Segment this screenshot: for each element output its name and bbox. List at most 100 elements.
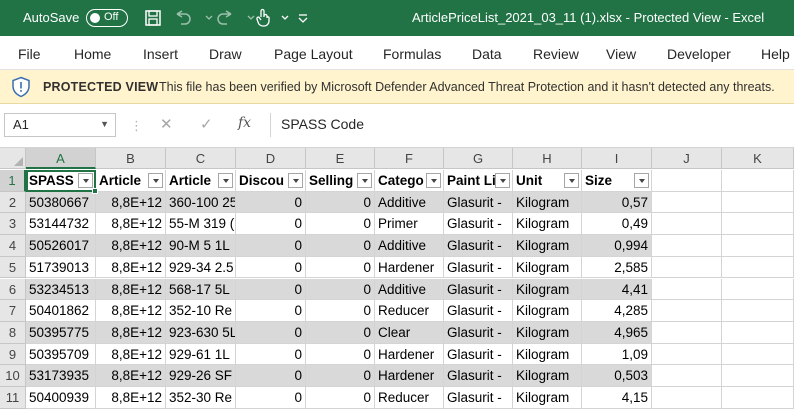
table-cell[interactable]: 4,41 [582,278,652,301]
table-cell[interactable]: Hardener [375,256,444,279]
column-header-k[interactable]: K [722,148,794,169]
table-cell[interactable]: 2,585 [582,256,652,279]
table-cell[interactable]: 929-61 1L [166,343,236,366]
empty-cell[interactable] [652,387,722,409]
empty-cell[interactable] [722,343,794,366]
filter-dropdown-button[interactable] [495,173,510,188]
table-cell[interactable]: 8,8E+12 [96,387,166,409]
table-cell[interactable]: Kilogram [513,321,582,344]
table-cell[interactable]: 90-M 5 1L [166,235,236,257]
table-cell[interactable]: 0 [306,321,375,344]
menu-home[interactable]: Home [74,46,111,62]
table-cell[interactable]: 0 [306,365,375,387]
name-box[interactable]: A1 ▼ [4,113,116,137]
table-cell[interactable]: 8,8E+12 [96,343,166,366]
table-cell[interactable]: Kilogram [513,213,582,236]
table-cell[interactable]: 0 [236,256,306,279]
row-header-10[interactable]: 10 [0,365,26,387]
empty-cell[interactable] [722,300,794,322]
menu-formulas[interactable]: Formulas [383,46,441,62]
table-cell[interactable]: 929-26 SF [166,365,236,387]
touch-mode-icon[interactable] [252,7,274,29]
table-cell[interactable]: Glasurit - [444,256,513,279]
table-cell[interactable]: 0 [236,235,306,257]
table-cell[interactable]: 8,8E+12 [96,256,166,279]
empty-cell[interactable] [722,278,794,301]
formula-input[interactable]: SPASS Code [270,113,794,137]
table-cell[interactable]: 0,49 [582,213,652,236]
column-header-j[interactable]: J [652,148,722,169]
cancel-icon[interactable]: ✕ [160,115,173,133]
table-cell[interactable]: 352-10 Re [166,300,236,322]
table-cell[interactable]: 0 [306,300,375,322]
menu-help[interactable]: Help [761,46,790,62]
empty-cell[interactable] [652,321,722,344]
table-cell[interactable]: Kilogram [513,343,582,366]
table-cell[interactable]: 8,8E+12 [96,213,166,236]
table-cell[interactable]: 8,8E+12 [96,321,166,344]
table-cell[interactable]: 8,8E+12 [96,191,166,214]
table-cell[interactable]: 0 [306,235,375,257]
table-cell[interactable]: 53144732 [26,213,96,236]
autosave-toggle[interactable]: Off [86,9,128,27]
empty-cell[interactable] [652,300,722,322]
column-header-a[interactable]: A [26,148,96,169]
table-cell[interactable]: Reducer [375,300,444,322]
table-cell[interactable]: 923-630 5L [166,321,236,344]
menu-draw[interactable]: Draw [209,46,242,62]
enter-icon[interactable]: ✓ [200,115,213,133]
column-header-f[interactable]: F [375,148,444,169]
table-cell[interactable]: 0 [236,300,306,322]
menu-view[interactable]: View [606,46,636,62]
name-box-dropdown-icon[interactable]: ▼ [100,119,109,129]
column-header-b[interactable]: B [96,148,166,169]
table-cell[interactable]: 0 [306,213,375,236]
filter-dropdown-button[interactable] [148,173,163,188]
menu-file[interactable]: File [18,46,41,62]
table-cell[interactable]: Kilogram [513,235,582,257]
table-cell[interactable]: Reducer [375,387,444,409]
empty-cell[interactable] [722,170,794,192]
table-cell[interactable]: 568-17 5L [166,278,236,301]
row-header-4[interactable]: 4 [0,235,26,257]
column-header-e[interactable]: E [306,148,375,169]
table-cell[interactable]: Glasurit - [444,213,513,236]
table-cell[interactable]: 0 [236,278,306,301]
row-header-3[interactable]: 3 [0,213,26,236]
empty-cell[interactable] [722,213,794,236]
column-header-c[interactable]: C [166,148,236,169]
empty-cell[interactable] [722,256,794,279]
table-cell[interactable]: Glasurit - [444,235,513,257]
table-cell[interactable]: Kilogram [513,278,582,301]
table-cell[interactable]: 8,8E+12 [96,365,166,387]
table-cell[interactable]: 50401862 [26,300,96,322]
filter-dropdown-button[interactable] [78,173,93,188]
table-cell[interactable]: Additive [375,278,444,301]
filter-dropdown-button[interactable] [564,173,579,188]
row-header-1[interactable]: 1 [0,170,26,192]
table-cell[interactable]: Glasurit - [444,191,513,214]
table-cell[interactable]: 4,285 [582,300,652,322]
filter-dropdown-button[interactable] [634,173,649,188]
row-header-5[interactable]: 5 [0,256,26,279]
table-cell[interactable]: 50395709 [26,343,96,366]
empty-cell[interactable] [722,321,794,344]
table-cell[interactable]: 53173935 [26,365,96,387]
table-cell[interactable]: 8,8E+12 [96,300,166,322]
table-cell[interactable]: Kilogram [513,191,582,214]
save-icon[interactable] [142,7,164,29]
table-cell[interactable]: Glasurit - [444,321,513,344]
row-header-7[interactable]: 7 [0,300,26,322]
column-header-h[interactable]: H [513,148,582,169]
empty-cell[interactable] [722,235,794,257]
table-cell[interactable]: Additive [375,235,444,257]
table-cell[interactable]: 0 [236,321,306,344]
table-cell[interactable]: 0 [236,387,306,409]
menu-review[interactable]: Review [533,46,579,62]
table-cell[interactable]: Glasurit - [444,365,513,387]
insert-function-icon[interactable]: fx [238,115,251,131]
table-cell[interactable]: Additive [375,191,444,214]
table-cell[interactable]: 1,09 [582,343,652,366]
table-cell[interactable]: 0 [236,191,306,214]
empty-cell[interactable] [652,213,722,236]
